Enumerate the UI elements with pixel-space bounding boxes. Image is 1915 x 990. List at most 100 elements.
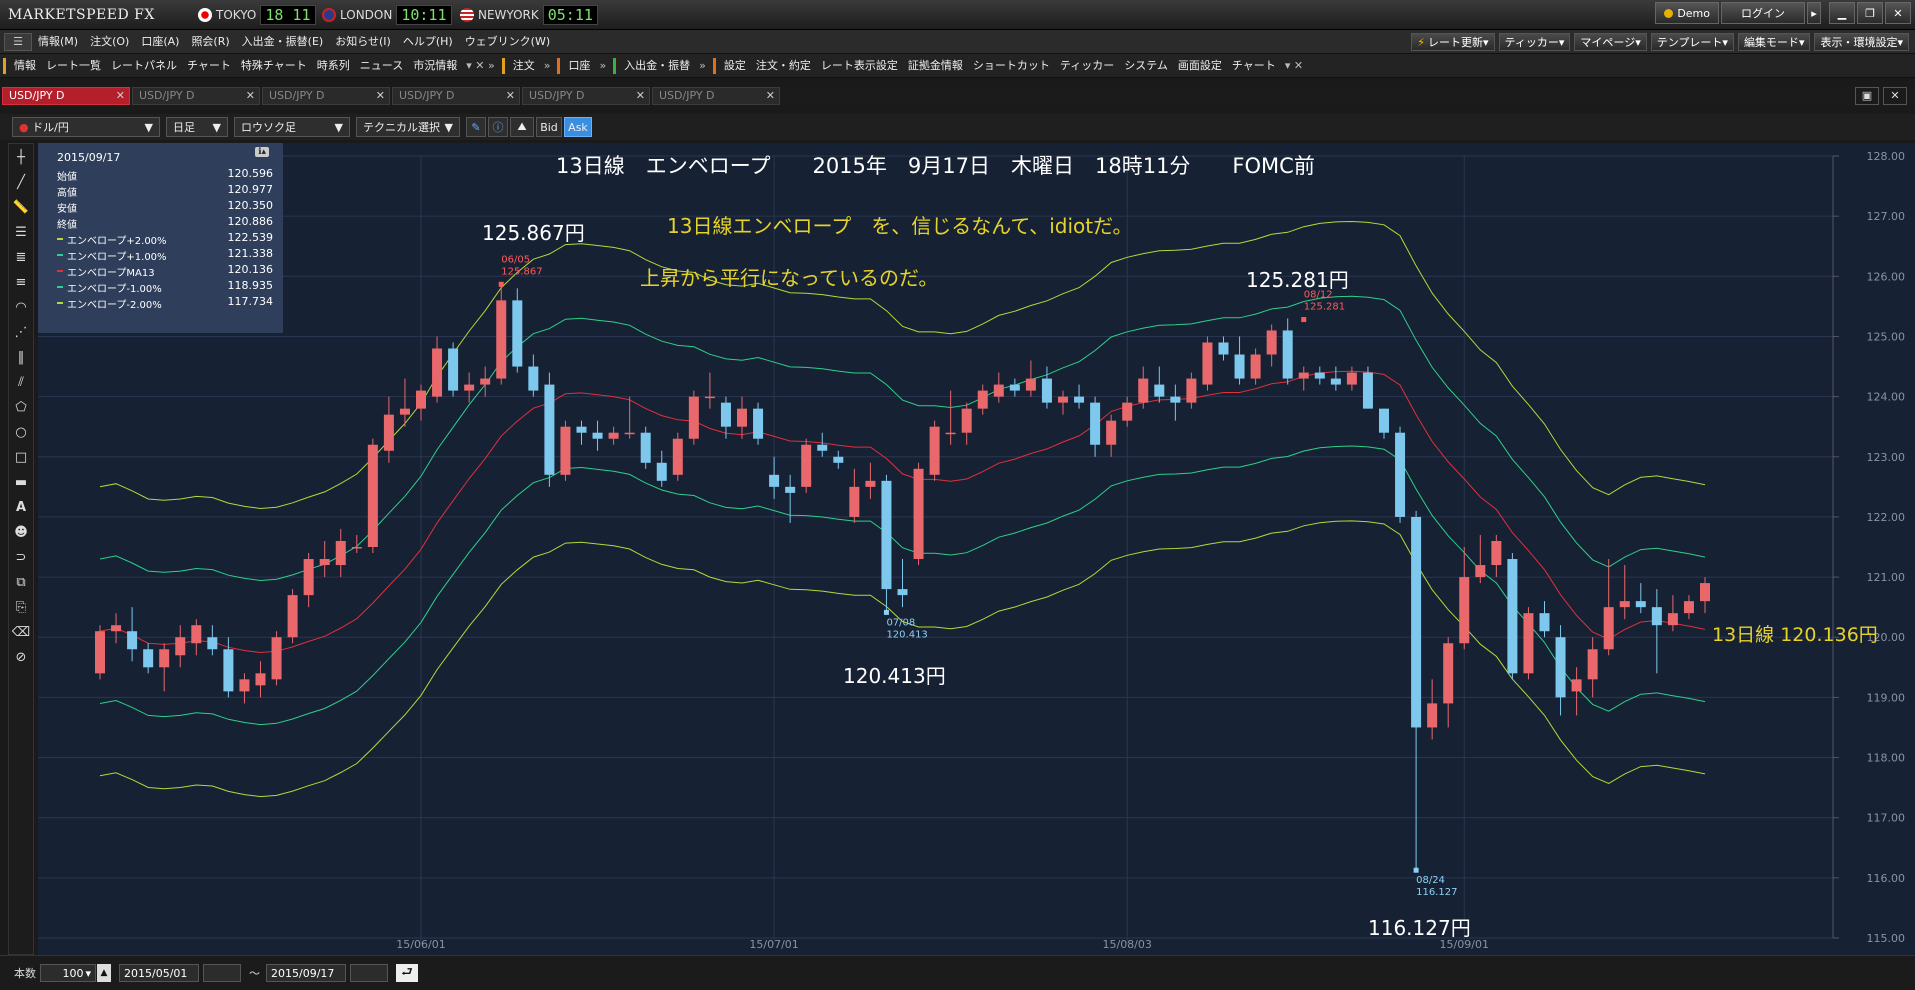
close-chart-icon[interactable]: ✕ (1883, 87, 1907, 105)
toolbar-item[interactable]: 入出金・振替 (619, 54, 695, 78)
bid-toggle[interactable]: Bid (536, 117, 562, 137)
channel-icon[interactable]: ≣ (10, 247, 32, 269)
from-time-input[interactable] (203, 964, 241, 982)
tab-close-icon[interactable]: ✕ (116, 89, 125, 102)
eraser-icon[interactable]: ⌫ (10, 622, 32, 644)
to-time-input[interactable] (350, 964, 388, 982)
area-chart-icon[interactable]: ⛰ (510, 117, 534, 137)
reload-icon[interactable]: ⮐ (396, 964, 418, 982)
toolbar-item[interactable]: ショートカット (968, 54, 1055, 78)
fan-icon[interactable]: ◠ (10, 297, 32, 319)
line-icon[interactable]: ▬ (10, 472, 32, 494)
count-up-icon[interactable]: ▲ (97, 964, 111, 982)
toolbar-item[interactable]: ニュース (355, 54, 408, 78)
to-date-input[interactable]: 2015/09/17 (266, 964, 346, 982)
menu-item[interactable]: 注文(O) (84, 30, 135, 54)
chart-tab[interactable]: USD/JPY D ✕ (2, 87, 130, 105)
tab-close-icon[interactable]: ✕ (376, 89, 385, 102)
text-tool-icon[interactable]: A (10, 497, 32, 519)
toolbar-item[interactable]: 市況情報 (408, 54, 462, 78)
menu-item[interactable]: 情報(M) (32, 30, 84, 54)
timeframe-select[interactable]: 日足 ▼ (166, 117, 228, 137)
pentagon-icon[interactable]: ⬠ (10, 397, 32, 419)
info-icon[interactable]: ⓘ (488, 117, 508, 137)
toolbar-overflow-icon[interactable]: » (544, 59, 551, 72)
chart-area[interactable]: 115.00 116.00 117.00 118.00 119.00 120.00 121.… (38, 143, 1915, 955)
currency-pair-select[interactable]: ● ドル/円 ▼ (12, 117, 160, 137)
toolbar-item[interactable]: 設定 (719, 54, 751, 78)
toolbar-item[interactable]: 画面設定 (1173, 54, 1227, 78)
tab-close-icon[interactable]: ✕ (636, 89, 645, 102)
crosshair-icon[interactable]: ┼ (10, 147, 32, 169)
menu-dropdown-button[interactable]: テンプレート ▾ (1650, 33, 1734, 51)
toolbar-item[interactable]: 特殊チャート (236, 54, 312, 78)
horizontal-lines-icon[interactable]: ☰ (10, 222, 32, 244)
toolbar-overflow-icon[interactable]: » (599, 59, 606, 72)
chart-tab[interactable]: USD/JPY D ✕ (652, 87, 780, 105)
toolbar-item[interactable]: ティッカー (1055, 54, 1119, 78)
chart-tab[interactable]: USD/JPY D ✕ (262, 87, 390, 105)
menu-list-icon[interactable]: ☰ (4, 32, 32, 51)
pitchfork-icon[interactable]: ⫽ (10, 372, 32, 394)
chart-tab[interactable]: USD/JPY D ✕ (522, 87, 650, 105)
count-input[interactable]: 100 ▾ (40, 964, 96, 982)
toolbar-item[interactable]: 証拠金情報 (903, 54, 968, 78)
menu-item[interactable]: ウェブリンク(W) (459, 30, 556, 54)
chart-tab[interactable]: USD/JPY D ✕ (392, 87, 520, 105)
toolbar-item[interactable]: 注文 (508, 54, 540, 78)
menu-item[interactable]: 照会(R) (185, 30, 235, 54)
trendline-icon[interactable]: ╱ (10, 172, 32, 194)
toolbar-item[interactable]: 情報 (9, 54, 41, 78)
toolbar-item[interactable]: 時系列 (312, 54, 355, 78)
restore-icon[interactable]: ❐ (1857, 2, 1883, 24)
menu-item[interactable]: ヘルプ(H) (397, 30, 459, 54)
fibonacci-icon[interactable]: ≡ (10, 272, 32, 294)
chart-style-select[interactable]: ロウソク足 ▼ (234, 117, 350, 137)
close-icon[interactable]: ✕ (1885, 2, 1911, 24)
from-date-input[interactable]: 2015/05/01 (119, 964, 199, 982)
menu-item[interactable]: 口座(A) (135, 30, 185, 54)
circle-icon[interactable]: ○ (10, 422, 32, 444)
ask-toggle[interactable]: Ask (564, 117, 592, 137)
magnet-icon[interactable]: ⊃ (10, 547, 32, 569)
vertical-lines-icon[interactable]: ‖ (10, 347, 32, 369)
smiley-icon[interactable]: ☻ (10, 522, 32, 544)
toolbar-item[interactable]: 注文・約定 (751, 54, 816, 78)
menu-dropdown-button[interactable]: 表示・環境設定 ▾ (1814, 33, 1909, 51)
menu-item[interactable]: お知らせ(I) (329, 30, 397, 54)
paste-icon[interactable]: ⎘ (10, 597, 32, 619)
maximize-icon[interactable]: ▣ (1855, 87, 1879, 105)
gann-icon[interactable]: ⋰ (10, 322, 32, 344)
tab-close-icon[interactable]: ✕ (506, 89, 515, 102)
toolbar-overflow-icon[interactable]: ▾ ✕ » (466, 59, 494, 72)
toolbar-overflow-icon[interactable]: ▾ ✕ (1285, 59, 1303, 72)
toolbar-item[interactable]: チャート (1227, 54, 1281, 78)
technical-select[interactable]: テクニカル選択 ▼ (356, 117, 460, 137)
login-button[interactable]: ログイン (1721, 2, 1805, 24)
menu-dropdown-button[interactable]: 編集モード ▾ (1737, 33, 1811, 51)
candlestick-chart[interactable]: 115.00116.00117.00118.00119.00120.00121.… (38, 143, 1915, 955)
menu-item[interactable]: 入出金・振替(E) (236, 30, 330, 54)
menu-dropdown-button[interactable]: ティッカー ▾ (1498, 33, 1571, 51)
menu-dropdown-button[interactable]: マイページ ▾ (1574, 33, 1647, 51)
login-arrow-icon[interactable]: ▸ (1807, 2, 1821, 24)
chart-tab[interactable]: USD/JPY D ✕ (132, 87, 260, 105)
eraser-all-icon[interactable]: ⊘ (10, 647, 32, 669)
pencil-icon[interactable]: ✎ (466, 117, 486, 137)
rectangle-icon[interactable]: □ (10, 447, 32, 469)
minimize-icon[interactable]: ▁ (1829, 2, 1855, 24)
tab-close-icon[interactable]: ✕ (766, 89, 775, 102)
toolbar-item[interactable]: レート一覧 (41, 54, 106, 78)
toolbar-item[interactable]: システム (1119, 54, 1173, 78)
demo-button[interactable]: Demo (1655, 2, 1719, 24)
info-toggle-icon[interactable]: ℹ▴ (255, 147, 269, 157)
toolbar-item[interactable]: レート表示設定 (816, 54, 903, 78)
menu-dropdown-button[interactable]: ⚡ レート更新 ▾ (1411, 33, 1495, 51)
toolbar-item[interactable]: チャート (182, 54, 236, 78)
toolbar-item[interactable]: 口座 (563, 54, 595, 78)
ruler-icon[interactable]: 📏 (10, 197, 32, 219)
toolbar-overflow-icon[interactable]: » (699, 59, 706, 72)
tab-close-icon[interactable]: ✕ (246, 89, 255, 102)
copy-icon[interactable]: ⧉ (10, 572, 32, 594)
toolbar-item[interactable]: レートパネル (106, 54, 182, 78)
